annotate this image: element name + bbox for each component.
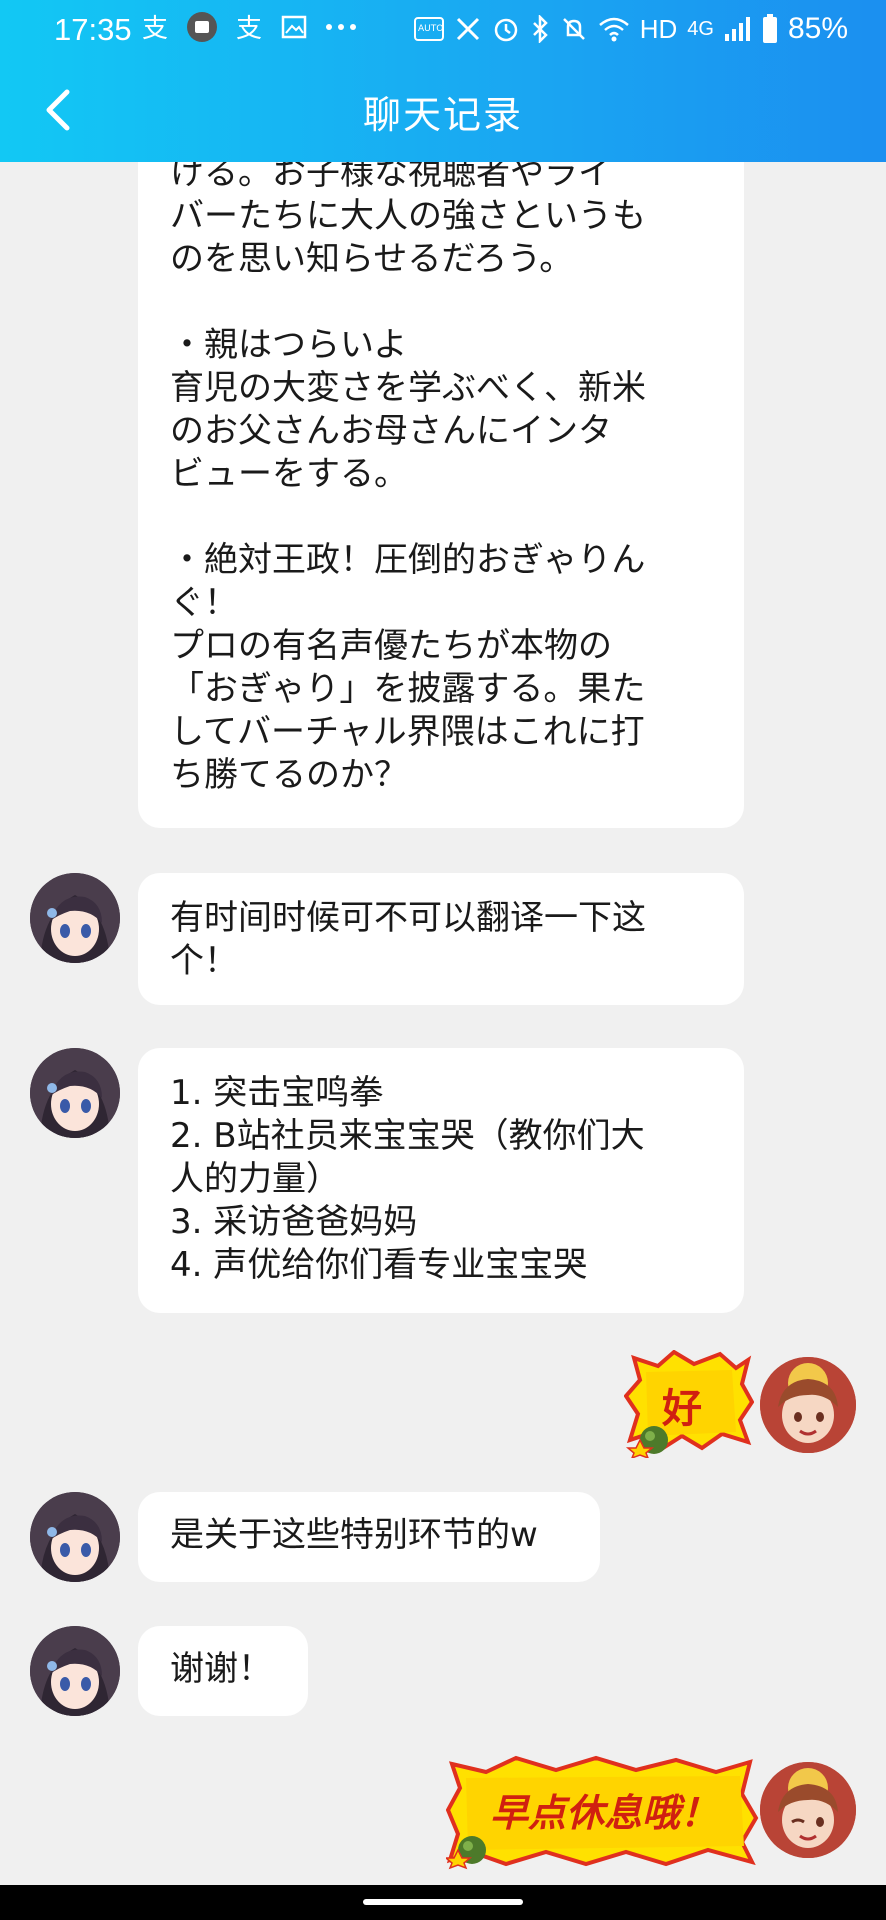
system-nav-bar [0, 1885, 886, 1920]
anime-girl-avatar-icon [30, 1048, 120, 1138]
x-icon [454, 14, 482, 44]
avatar[interactable] [30, 873, 120, 963]
more-dots-icon [324, 12, 358, 42]
bluetooth-icon [530, 14, 550, 44]
network-4g-label: 4G [687, 17, 714, 40]
signal-icon [724, 14, 752, 44]
title-bar: 聊天记录 [0, 70, 886, 150]
anime-girl-avatar-icon [30, 1492, 120, 1582]
avatar[interactable] [30, 1048, 120, 1138]
svg-text:支: 支 [236, 14, 262, 42]
wifi-icon [598, 14, 630, 44]
alarm-icon [492, 14, 520, 44]
svg-text:支: 支 [142, 14, 168, 42]
avatar[interactable] [760, 1762, 856, 1858]
message-bubble[interactable]: 1. 突击宝鸣拳 2. B站社员来宝宝哭（教你们大 人的力量） 3. 采访爸爸妈… [138, 1048, 744, 1313]
network-hd-label: HD [639, 13, 678, 44]
auto-hz-icon: AUTO [413, 14, 444, 44]
status-bar: 17:35 支 支 AUTO HD 4G 85% [0, 0, 886, 60]
battery-icon [762, 14, 778, 44]
anime-girl-red-avatar-icon [760, 1357, 856, 1453]
notification-app-icon [186, 12, 218, 42]
home-gesture-handle[interactable] [363, 1899, 523, 1905]
avatar[interactable] [760, 1357, 856, 1453]
message-bubble[interactable]: 有时间时候可不可以翻译一下这 个！ [138, 873, 744, 1005]
app-header: 17:35 支 支 AUTO HD 4G 85% 聊天记录 [0, 0, 886, 162]
gallery-icon [280, 12, 308, 42]
anime-girl-avatar-icon [30, 873, 120, 963]
alipay-icon: 支 [234, 12, 264, 42]
sticker-text: 早点休息哦！ [490, 1791, 719, 1835]
avatar[interactable] [30, 1492, 120, 1582]
page-title: 聊天记录 [362, 93, 523, 137]
sticker-text: 好 [662, 1386, 702, 1432]
avatar[interactable] [30, 1626, 120, 1716]
sticker-hao[interactable]: 好 [623, 1349, 755, 1460]
chat-history[interactable]: ける。お子様な視聴者やライ バーたちに大人の強さというも のを思い知らせるだろう… [0, 0, 886, 1885]
anime-girl-avatar-icon [30, 1626, 120, 1716]
sticker-rest-early[interactable]: 早点休息哦！ [443, 1754, 760, 1870]
status-time: 17:35 [54, 12, 132, 47]
mute-icon [560, 14, 588, 44]
message-bubble[interactable]: 谢谢！ [138, 1626, 308, 1716]
message-bubble[interactable]: ける。お子様な視聴者やライ バーたちに大人の強さというも のを思い知らせるだろう… [138, 118, 744, 828]
anime-girl-red-avatar-icon [760, 1762, 856, 1858]
message-bubble[interactable]: 是关于这些特别环节的w [138, 1492, 600, 1582]
battery-percent: 85% [787, 12, 848, 45]
svg-text:AUTO: AUTO [418, 24, 443, 34]
alipay-icon: 支 [140, 12, 170, 42]
